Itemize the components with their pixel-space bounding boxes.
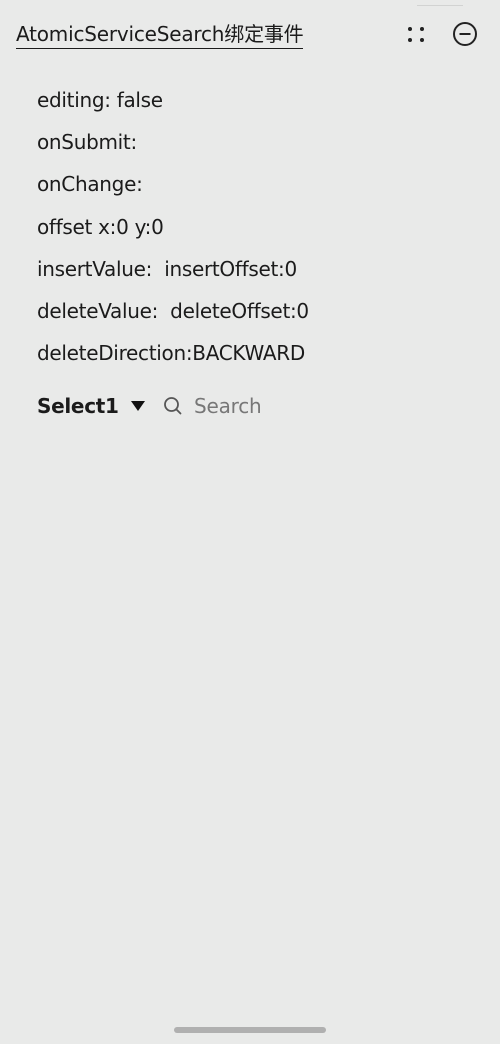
event-info-list: editing: false onSubmit: onChange: offse… (37, 85, 309, 380)
search-input[interactable] (194, 394, 434, 418)
select-value: Select1 (37, 394, 119, 418)
delete-status: deleteValue: deleteOffset:0 (37, 298, 309, 323)
status-hint-line (417, 5, 463, 6)
circle-minus-icon (453, 22, 477, 46)
on-change-status: onChange: (37, 172, 143, 197)
insert-status: insertValue: insertOffset:0 (37, 256, 297, 281)
search-controls: Select1 (37, 390, 477, 422)
page-title: AtomicServiceSearch绑定事件 (16, 20, 304, 49)
offset-status: offset x:0 y:0 (37, 214, 164, 239)
editing-status: editing: false (37, 88, 163, 112)
on-submit-status: onSubmit: (37, 130, 137, 155)
triangle-down-icon (130, 401, 145, 411)
more-options-button[interactable] (400, 20, 432, 48)
search-box[interactable] (162, 390, 462, 422)
search-icon (164, 397, 182, 415)
delete-direction-status: deleteDirection:BACKWARD (37, 341, 305, 366)
select-dropdown[interactable]: Select1 (37, 390, 145, 422)
four-dots-icon (408, 27, 424, 42)
home-indicator[interactable] (174, 1027, 326, 1033)
minimize-button[interactable] (450, 19, 480, 49)
title-bar: AtomicServiceSearch绑定事件 (0, 0, 500, 70)
